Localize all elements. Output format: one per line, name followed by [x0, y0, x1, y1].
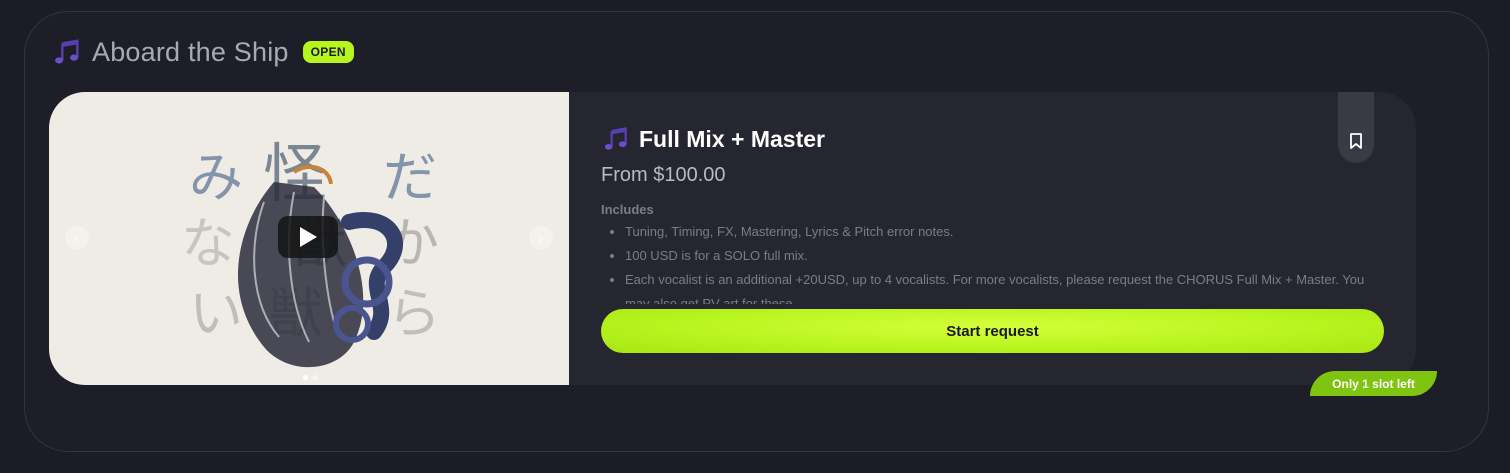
- play-button[interactable]: [278, 216, 338, 258]
- list-item: 100 USD is for a SOLO full mix.: [625, 244, 1385, 268]
- music-note-icon: [604, 127, 627, 150]
- carousel-dot[interactable]: [313, 375, 318, 380]
- bookmark-icon: [1350, 133, 1362, 149]
- list-item: Each vocalist is an additional +20USD, u…: [625, 268, 1385, 304]
- artwork-char: だ: [383, 146, 437, 209]
- service-details: Full Mix + Master From $100.00 Includes …: [601, 92, 1416, 385]
- service-title: Full Mix + Master: [601, 125, 825, 153]
- service-price: From $100.00: [601, 164, 726, 186]
- play-icon: [300, 227, 317, 247]
- list-item: Tuning, Timing, FX, Mastering, Lyrics & …: [625, 220, 1385, 244]
- chevron-left-icon: ‹: [74, 230, 80, 246]
- artwork-char: な: [181, 212, 235, 275]
- availability-badge: Only 1 slot left: [1310, 371, 1437, 396]
- carousel-dots: [303, 375, 318, 380]
- artwork-char: み: [189, 146, 243, 209]
- section-title: Aboard the Ship: [92, 36, 289, 67]
- service-title-text: Full Mix + Master: [639, 125, 825, 152]
- carousel-next-button[interactable]: ›: [529, 226, 553, 250]
- includes-label: Includes: [601, 202, 654, 217]
- status-badge: OPEN: [302, 41, 354, 63]
- service-card: み 怪 だ な 獣 か い 獣 ら ‹ ›: [49, 92, 1416, 385]
- includes-list: Tuning, Timing, FX, Mastering, Lyrics & …: [601, 220, 1385, 304]
- section-header: Aboard the Ship OPEN: [52, 35, 354, 69]
- media-carousel[interactable]: み 怪 だ な 獣 か い 獣 ら ‹ ›: [49, 92, 569, 385]
- carousel-dot[interactable]: [303, 375, 308, 380]
- chevron-right-icon: ›: [538, 230, 544, 246]
- bookmark-button[interactable]: [1338, 92, 1374, 163]
- artwork-char: い: [189, 282, 243, 345]
- music-note-icon: [55, 39, 79, 64]
- start-request-button[interactable]: Start request: [601, 309, 1384, 353]
- artwork-char: ら: [387, 282, 441, 345]
- carousel-prev-button[interactable]: ‹: [65, 226, 89, 250]
- creature-illustration: [237, 164, 403, 368]
